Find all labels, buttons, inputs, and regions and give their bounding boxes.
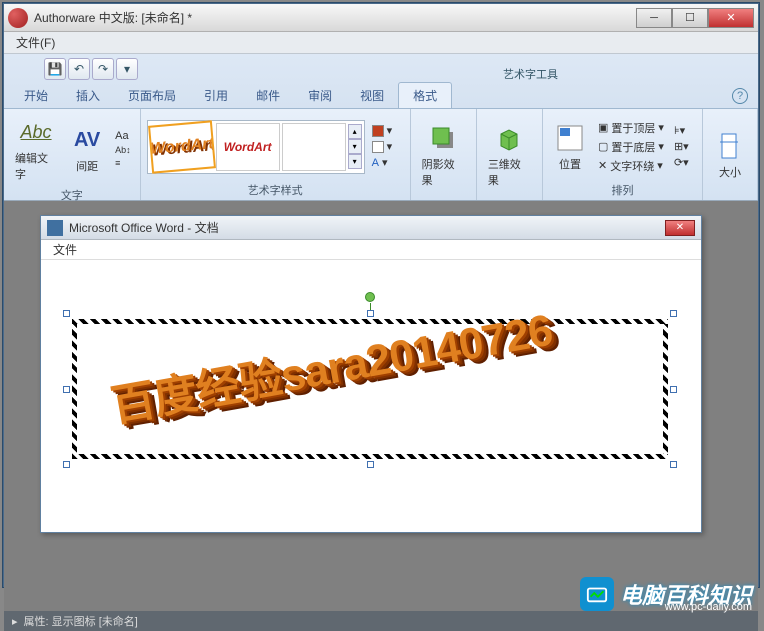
title-bar: Authorware 中文版: [未命名] * ─ ☐ ✕ [4, 4, 758, 32]
rotate-handle[interactable] [365, 292, 375, 302]
position-button[interactable]: 位置 [549, 119, 591, 175]
shadow-button[interactable]: 阴影效果 [417, 119, 470, 191]
tab-layout[interactable]: 页面布局 [114, 83, 190, 108]
tab-start[interactable]: 开始 [10, 83, 62, 108]
bring-front-icon: ▣ [598, 121, 608, 134]
send-back-icon: ▢ [598, 140, 608, 153]
rotate-menu-button[interactable]: ⟳▾ [671, 155, 692, 170]
edit-text-icon: Abc [20, 116, 52, 148]
minimize-button[interactable]: ─ [636, 8, 672, 28]
maximize-button[interactable]: ☐ [672, 8, 708, 28]
window-title: Authorware 中文版: [未命名] * [34, 9, 636, 26]
inner-menu-file[interactable]: 文件 [47, 239, 83, 260]
help-icon[interactable]: ? [732, 88, 748, 104]
embedded-word-window: Microsoft Office Word - 文档 ✕ 文件 [40, 215, 702, 533]
shape-outline-button[interactable]: ▾ [369, 139, 396, 154]
tab-references[interactable]: 引用 [190, 83, 242, 108]
align-menu-button[interactable]: ⊧▾ [671, 123, 692, 138]
menu-file[interactable]: 文件(F) [10, 32, 61, 53]
word-canvas[interactable]: 百度经验sara20140726 [41, 260, 701, 530]
style-preset-1[interactable]: WordArt [148, 120, 216, 173]
ribbon-tabs: 艺术字工具 开始 插入 页面布局 引用 邮件 审阅 视图 格式 ? [4, 84, 758, 108]
gallery-up-button[interactable]: ▴ [348, 124, 362, 139]
menu-bar: 文件(F) [4, 32, 758, 54]
resize-handle-l[interactable] [63, 386, 70, 393]
group-menu-button[interactable]: ⊞▾ [671, 139, 692, 154]
size-icon [714, 130, 746, 162]
size-button[interactable]: 大小 [709, 127, 751, 183]
outline-swatch-icon [372, 141, 384, 153]
resize-handle-t[interactable] [367, 310, 374, 317]
group-styles-label: 艺术字样式 [147, 180, 404, 198]
watermark-url: www.pc-daily.com [665, 601, 752, 613]
resize-handle-bl[interactable] [63, 461, 70, 468]
group-3d: 三维效果 [477, 109, 543, 200]
tab-view[interactable]: 视图 [346, 83, 398, 108]
ribbon: Abc 编辑文字 AV 间距 Aa Ab↕ ≡ 文字 [4, 108, 758, 200]
style-preset-3[interactable] [282, 123, 346, 171]
watermark: 电脑百科知识 www.pc-daily.com [580, 577, 752, 611]
shadow-icon [427, 122, 459, 154]
spacing-icon: AV [71, 124, 103, 156]
bring-front-button[interactable]: ▣置于顶层 ▾ [595, 119, 667, 137]
edit-text-button[interactable]: Abc 编辑文字 [10, 113, 62, 185]
vertical-text-button[interactable]: Ab↕ [112, 144, 134, 156]
qat-more-button[interactable]: ▾ [116, 58, 138, 80]
fill-swatch-icon [372, 125, 384, 137]
qat-undo-button[interactable]: ↶ [68, 58, 90, 80]
same-height-button[interactable]: Aa [112, 129, 134, 143]
group-text: Abc 编辑文字 AV 间距 Aa Ab↕ ≡ 文字 [4, 109, 141, 200]
tab-insert[interactable]: 插入 [62, 83, 114, 108]
position-icon [554, 122, 586, 154]
wordart-text[interactable]: 百度经验sara20140726 [106, 278, 649, 435]
threeD-button[interactable]: 三维效果 [483, 119, 536, 191]
shape-fill-button[interactable]: ▾ [369, 123, 396, 138]
status-text: 属性: 显示图标 [未命名] [24, 613, 138, 629]
send-back-button[interactable]: ▢置于底层 ▾ [595, 138, 667, 156]
resize-handle-tr[interactable] [670, 310, 677, 317]
tab-format[interactable]: 格式 [398, 82, 452, 108]
shape-icon: A [372, 157, 379, 169]
tab-review[interactable]: 审阅 [294, 83, 346, 108]
quick-access-toolbar: 💾 ↶ ↷ ▾ [4, 54, 758, 84]
watermark-logo-icon [580, 577, 614, 611]
inner-close-button[interactable]: ✕ [665, 220, 695, 236]
gallery-more-button[interactable]: ▾ [348, 154, 362, 169]
align-button[interactable]: ≡ [112, 157, 134, 169]
style-preset-2[interactable]: WordArt [216, 123, 280, 171]
resize-handle-br[interactable] [670, 461, 677, 468]
status-expand-icon[interactable]: ▸ [12, 615, 18, 628]
app-icon [8, 8, 28, 28]
wrap-icon: ✕ [598, 159, 607, 172]
group-size: 大小 [703, 109, 758, 200]
group-arrange: 位置 ▣置于顶层 ▾ ▢置于底层 ▾ ✕文字环绕 ▾ ⊧▾ ⊞▾ ⟳▾ 排列 [543, 109, 703, 200]
wordart-selection[interactable]: 百度经验sara20140726 [67, 314, 673, 464]
resize-handle-r[interactable] [670, 386, 677, 393]
group-shadow: 阴影效果 [411, 109, 477, 200]
tab-mailings[interactable]: 邮件 [242, 83, 294, 108]
cube-icon [493, 122, 525, 154]
qat-save-button[interactable]: 💾 [44, 58, 66, 80]
text-wrap-button[interactable]: ✕文字环绕 ▾ [595, 157, 667, 175]
status-bar: ▸ 属性: 显示图标 [未命名] [4, 611, 758, 631]
qat-redo-button[interactable]: ↷ [92, 58, 114, 80]
close-button[interactable]: ✕ [708, 8, 754, 28]
document-area: Microsoft Office Word - 文档 ✕ 文件 [4, 201, 758, 631]
gallery-down-button[interactable]: ▾ [348, 139, 362, 154]
resize-handle-b[interactable] [367, 461, 374, 468]
inner-window-title: Microsoft Office Word - 文档 [69, 219, 665, 236]
style-gallery: WordArt WordArt ▴ ▾ ▾ [147, 120, 365, 174]
spacing-button[interactable]: AV 间距 [66, 121, 108, 177]
group-arrange-label: 排列 [549, 180, 696, 198]
change-shape-button[interactable]: A▾ [369, 155, 396, 170]
group-wordart-styles: WordArt WordArt ▴ ▾ ▾ ▾ ▾ A▾ [141, 109, 411, 200]
contextual-tab-label: 艺术字工具 [503, 66, 558, 82]
resize-handle-tl[interactable] [63, 310, 70, 317]
word-icon [47, 220, 63, 236]
